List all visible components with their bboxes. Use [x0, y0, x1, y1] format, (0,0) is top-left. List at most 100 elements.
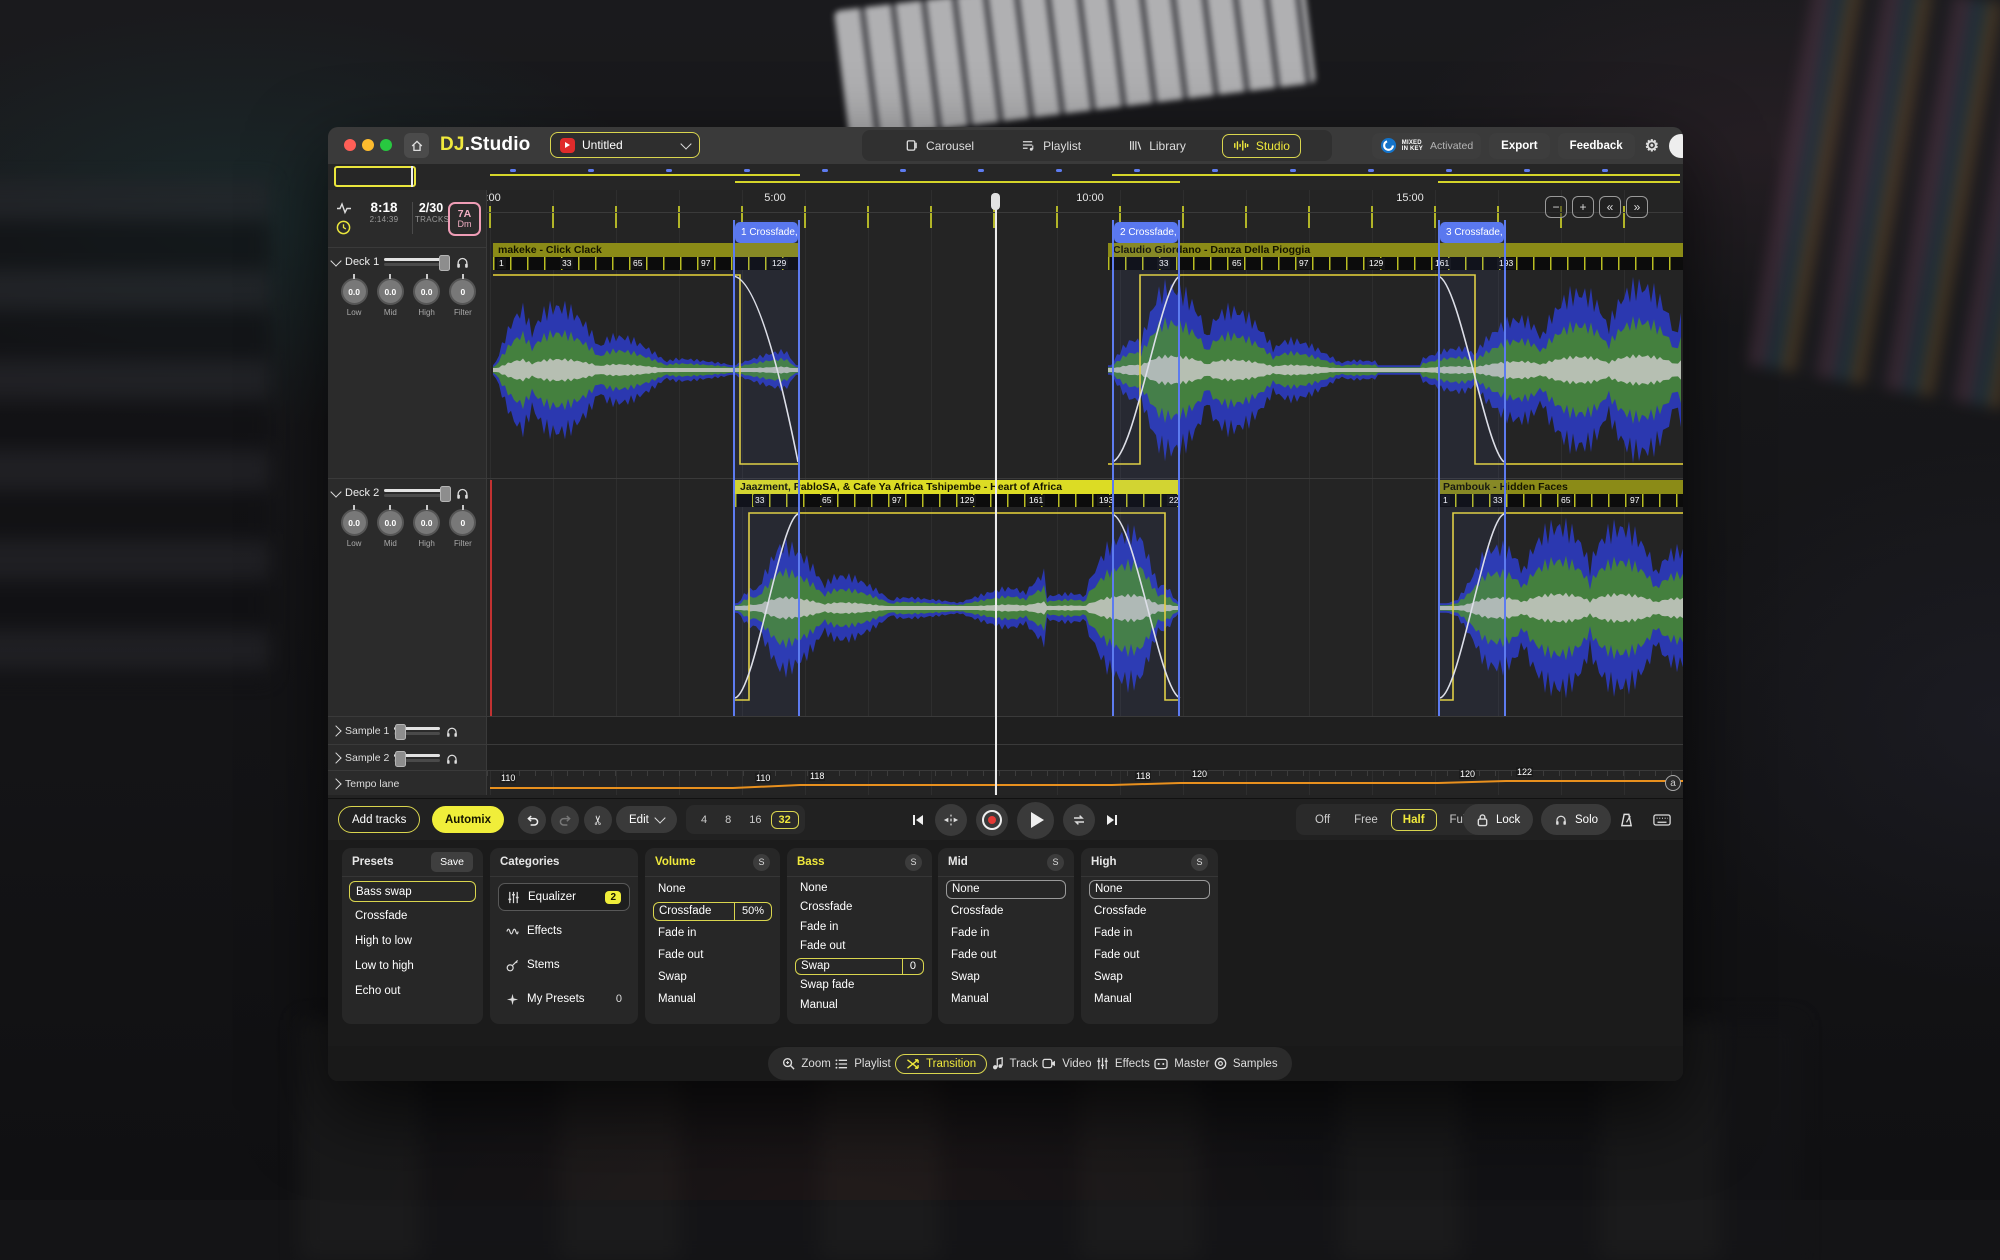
- mid-manual[interactable]: Manual: [946, 990, 1066, 1009]
- volume-crossfade[interactable]: Crossfade 50%: [653, 902, 772, 921]
- mid-swap[interactable]: Swap: [946, 968, 1066, 987]
- bass-swap-value[interactable]: 0: [902, 958, 923, 975]
- volume-manual[interactable]: Manual: [653, 990, 772, 1009]
- scroll-right-button[interactable]: »: [1626, 196, 1648, 218]
- mid-fade-in[interactable]: Fade in: [946, 924, 1066, 943]
- deck1-mid-knob[interactable]: 0.0Mid: [372, 278, 408, 317]
- beat-jump-16[interactable]: 16: [740, 814, 770, 826]
- panel-tab-samples[interactable]: Samples: [1214, 1057, 1278, 1070]
- panel-tab-effects[interactable]: Effects: [1096, 1057, 1150, 1070]
- mid-fade-out[interactable]: Fade out: [946, 946, 1066, 965]
- deck1-low-knob[interactable]: 0.0Low: [336, 278, 372, 317]
- crossfade-label[interactable]: 1 Crossfade, Sw: [735, 222, 798, 243]
- bass-fade-out[interactable]: Fade out: [795, 938, 924, 955]
- edit-menu-button[interactable]: Edit: [616, 806, 677, 833]
- solo-button[interactable]: Solo: [1541, 804, 1611, 835]
- deck1-headphones-icon[interactable]: [455, 255, 470, 269]
- tab-carousel[interactable]: Carousel: [893, 134, 985, 158]
- keyboard-shortcuts-button[interactable]: [1648, 806, 1675, 833]
- tab-playlist[interactable]: Playlist: [1010, 134, 1092, 158]
- volume-none[interactable]: None: [653, 880, 772, 899]
- undo-button[interactable]: [518, 806, 546, 834]
- high-swap[interactable]: Swap: [1089, 968, 1210, 987]
- sync-off[interactable]: Off: [1304, 814, 1341, 826]
- settings-gear-button[interactable]: ⚙: [1643, 133, 1661, 159]
- loop-button[interactable]: [1063, 804, 1095, 836]
- bass-fade-in[interactable]: Fade in: [795, 919, 924, 936]
- minimize-window-button[interactable]: [362, 139, 374, 151]
- bass-crossfade[interactable]: Crossfade: [795, 899, 924, 916]
- key-indicator[interactable]: 7ADm: [448, 202, 481, 236]
- skip-to-start-button[interactable]: [910, 812, 926, 828]
- panel-tab-video[interactable]: Video: [1042, 1058, 1091, 1070]
- redo-button[interactable]: [551, 806, 579, 834]
- zoom-out-button[interactable]: −: [1545, 196, 1567, 218]
- add-tracks-button[interactable]: Add tracks: [338, 806, 420, 833]
- record-button[interactable]: [976, 804, 1008, 836]
- sample2-lane[interactable]: [487, 745, 1683, 770]
- deck2-volume-fader[interactable]: [384, 488, 450, 498]
- high-crossfade[interactable]: Crossfade: [1089, 902, 1210, 921]
- preset-echo-out[interactable]: Echo out: [349, 981, 476, 1002]
- panel-tab-track[interactable]: Track: [992, 1057, 1038, 1070]
- bass-swap[interactable]: Swap 0: [795, 958, 924, 975]
- crossfade-region-1[interactable]: 1 Crossfade, Sw: [733, 220, 800, 716]
- tempo-automation-lane[interactable]: [487, 770, 1683, 795]
- timeline-overview-strip[interactable]: [328, 164, 1683, 191]
- snap-to-playhead-button[interactable]: [935, 804, 967, 836]
- deck1-volume-fader[interactable]: [384, 257, 450, 267]
- deck1-header[interactable]: Deck 1: [332, 252, 483, 272]
- sample1-volume-fader[interactable]: [394, 726, 440, 736]
- beat-jump-32[interactable]: 32: [771, 811, 799, 829]
- bass-swap-fade[interactable]: Swap fade: [795, 977, 924, 994]
- deck2-low-knob[interactable]: 0.0Low: [336, 509, 372, 548]
- high-manual[interactable]: Manual: [1089, 990, 1210, 1009]
- sync-free[interactable]: Free: [1343, 814, 1389, 826]
- deck2-high-knob[interactable]: 0.0High: [409, 509, 445, 548]
- bass-solo-badge[interactable]: S: [905, 854, 922, 871]
- panel-tab-playlist[interactable]: Playlist: [835, 1058, 890, 1070]
- track-title-claudio[interactable]: Claudio Giordano - Danza Della Pioggia: [1108, 243, 1683, 257]
- crossfade-region-2[interactable]: 2 Crossfade, Sw: [1112, 220, 1180, 716]
- sample2-volume-fader[interactable]: [394, 753, 440, 763]
- panel-tab-master[interactable]: Master: [1154, 1058, 1209, 1070]
- sample1-lane[interactable]: [487, 717, 1683, 744]
- tab-studio[interactable]: Studio: [1222, 134, 1301, 158]
- high-fade-in[interactable]: Fade in: [1089, 924, 1210, 943]
- volume-crossfade-value[interactable]: 50%: [734, 902, 771, 921]
- skip-to-end-button[interactable]: [1104, 812, 1120, 828]
- automix-button[interactable]: Automix: [432, 806, 504, 833]
- beat-jump-8[interactable]: 8: [716, 814, 740, 826]
- tab-library[interactable]: Library: [1117, 134, 1197, 158]
- sample1-headphones-icon[interactable]: [445, 725, 459, 738]
- split-button[interactable]: ✂: [584, 806, 612, 834]
- preset-high-to-low[interactable]: High to low: [349, 931, 476, 952]
- sync-half[interactable]: Half: [1391, 809, 1437, 831]
- preset-bass-swap[interactable]: Bass swap: [349, 881, 476, 902]
- save-preset-button[interactable]: Save: [431, 852, 473, 872]
- mid-solo-badge[interactable]: S: [1047, 854, 1064, 871]
- deck1-filter-knob[interactable]: 0Filter: [445, 278, 481, 317]
- category-effects[interactable]: Effects: [498, 917, 630, 945]
- bass-manual[interactable]: Manual: [795, 997, 924, 1014]
- export-button[interactable]: Export: [1489, 133, 1549, 159]
- overview-viewport-box[interactable]: [334, 166, 416, 187]
- panel-tab-zoom[interactable]: Zoom: [782, 1057, 830, 1070]
- beat-jump-4[interactable]: 4: [692, 814, 716, 826]
- close-window-button[interactable]: [344, 139, 356, 151]
- deck2-header[interactable]: Deck 2: [332, 483, 483, 503]
- project-selector[interactable]: Untitled: [550, 132, 700, 158]
- avatar[interactable]: [1669, 134, 1683, 158]
- arrangement-timeline[interactable]: 0:00 5:00 10:00 15:00: [487, 190, 1683, 795]
- metronome-button[interactable]: [1613, 806, 1640, 833]
- lock-button[interactable]: Lock: [1463, 804, 1533, 835]
- maximize-window-button[interactable]: [380, 139, 392, 151]
- preset-crossfade[interactable]: Crossfade: [349, 906, 476, 927]
- mid-none[interactable]: None: [946, 880, 1066, 899]
- crossfade-region-3[interactable]: 3 Crossfade, S: [1438, 220, 1506, 716]
- deck1-high-knob[interactable]: 0.0High: [409, 278, 445, 317]
- high-none[interactable]: None: [1089, 880, 1210, 899]
- playhead[interactable]: [995, 196, 997, 795]
- deck2-filter-knob[interactable]: 0Filter: [445, 509, 481, 548]
- crossfade-label[interactable]: 2 Crossfade, Sw: [1114, 222, 1178, 243]
